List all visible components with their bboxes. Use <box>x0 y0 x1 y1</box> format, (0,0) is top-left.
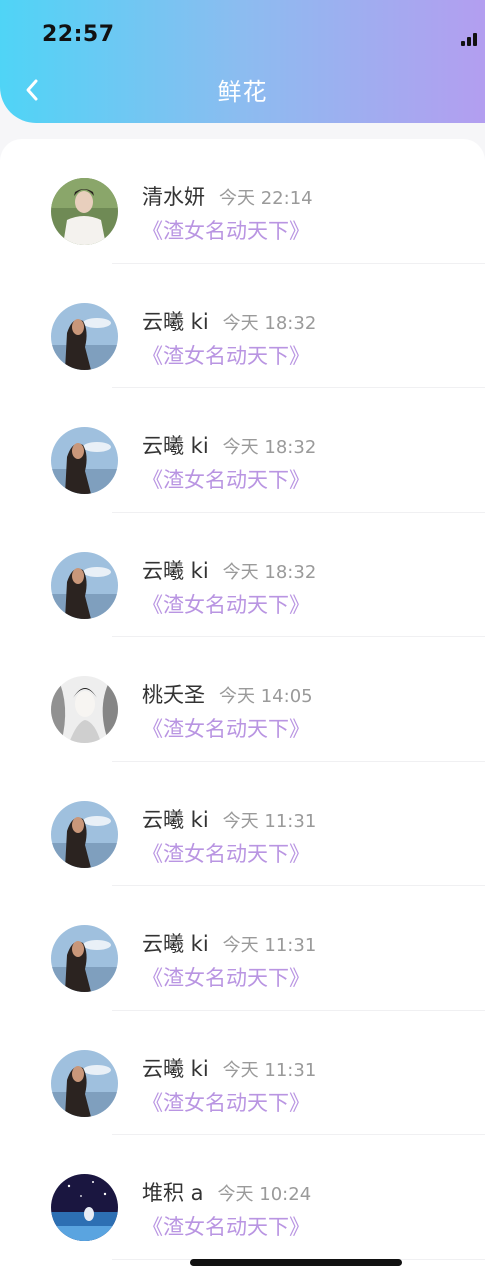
list-item[interactable]: 桃夭圣 今天 14:05 《渣女名动天下》 <box>0 637 485 762</box>
list-item[interactable]: 云曦 ki 今天 18:32 《渣女名动天下》 <box>0 388 485 513</box>
gift-time: 今天 18:32 <box>222 437 317 458</box>
avatar[interactable] <box>51 178 118 245</box>
avatar[interactable] <box>51 800 118 868</box>
status-bar-time: 22:57 <box>42 22 115 47</box>
list-item[interactable]: 云曦 ki 今天 11:31 《渣女名动天下》 <box>0 886 485 1011</box>
avatar[interactable] <box>51 676 118 743</box>
avatar[interactable] <box>51 427 118 494</box>
gift-time: 今天 11:31 <box>222 1059 317 1081</box>
gift-time: 今天 10:24 <box>217 1184 312 1205</box>
gift-time: 今天 11:31 <box>222 810 317 832</box>
user-name: 云曦 ki <box>142 932 209 956</box>
user-name: 清水妍 <box>142 185 205 209</box>
user-name: 云曦 ki <box>142 807 209 832</box>
avatar[interactable] <box>51 925 118 992</box>
avatar[interactable] <box>51 302 118 370</box>
user-name: 云曦 ki <box>142 558 209 583</box>
book-title: 《渣女名动天下》 <box>142 841 310 866</box>
avatar[interactable] <box>51 1174 118 1241</box>
avatar[interactable] <box>51 1049 118 1117</box>
list-item[interactable]: 堆积 a 今天 10:24 《渣女名动天下》 <box>0 1135 485 1260</box>
list-item[interactable]: 云曦 ki 今天 11:31 《渣女名动天下》 <box>0 762 485 886</box>
user-name: 桃夭圣 <box>142 683 205 707</box>
book-title: 《渣女名动天下》 <box>142 1215 310 1239</box>
flower-gift-list: 清水妍 今天 22:14 《渣女名动天下》 云曦 ki 今天 18:32 《渣女名动… <box>0 139 485 1280</box>
list-item[interactable]: 云曦 ki 今天 18:32 《渣女名动天下》 <box>0 513 485 637</box>
book-title: 《渣女名动天下》 <box>142 1090 310 1115</box>
book-title: 《渣女名动天下》 <box>142 468 310 492</box>
book-title: 《渣女名动天下》 <box>142 592 310 617</box>
gift-time: 今天 18:32 <box>222 312 317 334</box>
header-bar: 22:57 鲜花 <box>0 0 485 123</box>
book-title: 《渣女名动天下》 <box>142 219 310 243</box>
page-title: 鲜花 <box>217 78 268 106</box>
book-title: 《渣女名动天下》 <box>142 343 310 368</box>
gift-time: 今天 14:05 <box>219 686 313 707</box>
list-item[interactable]: 清水妍 今天 22:14 《渣女名动天下》 <box>0 139 485 264</box>
user-name: 云曦 ki <box>142 1056 209 1081</box>
user-name: 云曦 ki <box>142 309 209 334</box>
gift-time: 今天 18:32 <box>222 561 317 583</box>
user-name: 云曦 ki <box>142 434 209 458</box>
book-title: 《渣女名动天下》 <box>142 966 310 990</box>
user-name: 堆积 a <box>142 1181 204 1205</box>
list-item[interactable]: 云曦 ki 今天 18:32 《渣女名动天下》 <box>0 264 485 388</box>
list-item[interactable]: 云曦 ki 今天 11:31 《渣女名动天下》 <box>0 1011 485 1135</box>
book-title: 《渣女名动天下》 <box>142 717 310 741</box>
signal-strength-icon <box>461 30 481 46</box>
avatar[interactable] <box>51 551 118 619</box>
gift-time: 今天 11:31 <box>222 935 317 956</box>
gift-time: 今天 22:14 <box>219 188 313 209</box>
home-indicator[interactable] <box>190 1259 402 1266</box>
